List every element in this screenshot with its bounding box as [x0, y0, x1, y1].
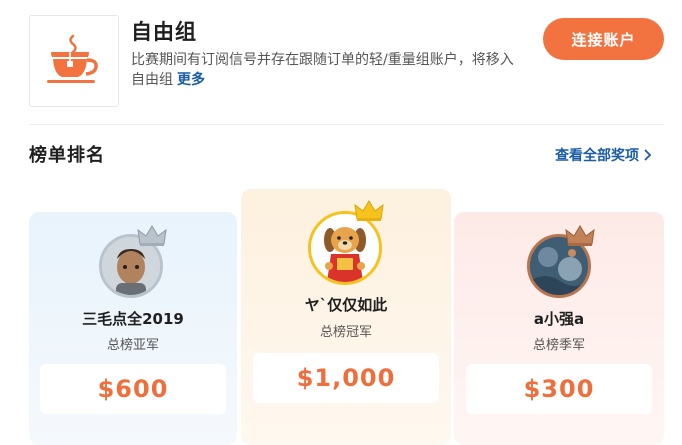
- dog-avatar-icon: [311, 214, 379, 282]
- tea-cup-icon: [47, 34, 98, 83]
- avatar-second: [99, 225, 167, 302]
- prize-amount: $600: [40, 364, 226, 414]
- podium-card-first[interactable]: ヤ`仅仅如此 总榜冠军 $1,000: [241, 189, 451, 445]
- group-description: 比赛期间有订阅信号并存在跟随订单的轻/重量组账户，将移入自由组 更多: [131, 50, 526, 90]
- bronze-crown-icon: [565, 225, 595, 246]
- view-all-awards-link[interactable]: 查看全部奖项: [555, 145, 653, 165]
- more-link[interactable]: 更多: [177, 72, 205, 88]
- group-title: 自由组: [131, 20, 197, 44]
- rank-label: 总榜冠军: [319, 325, 372, 340]
- podium-card-second[interactable]: 三毛点全2019 总榜亚军 $600: [29, 212, 237, 445]
- winner-name: ヤ`仅仅如此: [304, 296, 388, 314]
- chevron-right-icon: [644, 149, 652, 161]
- divider: [29, 124, 664, 125]
- gold-crown-icon: [354, 200, 384, 221]
- ranking-title: 榜单排名: [29, 145, 105, 166]
- prize-amount: $300: [466, 364, 652, 414]
- rank-label: 总榜季军: [532, 338, 585, 353]
- avatar-first: [308, 200, 384, 287]
- free-group-card: 自由组 比赛期间有订阅信号并存在跟随订单的轻/重量组账户，将移入自由组 更多 连接…: [0, 0, 682, 124]
- rank-label: 总榜亚军: [106, 338, 159, 353]
- winner-name: 三毛点全2019: [82, 310, 184, 328]
- podium-card-third[interactable]: a小强a 总榜季军 $300: [454, 212, 664, 445]
- group-logo: [29, 15, 119, 107]
- connect-account-button[interactable]: 连接账户: [543, 18, 664, 60]
- avatar-third: [527, 225, 595, 302]
- silver-crown-icon: [137, 225, 167, 246]
- winner-name: a小强a: [533, 310, 585, 328]
- prize-amount: $1,000: [253, 353, 439, 403]
- view-all-label: 查看全部奖项: [555, 148, 639, 164]
